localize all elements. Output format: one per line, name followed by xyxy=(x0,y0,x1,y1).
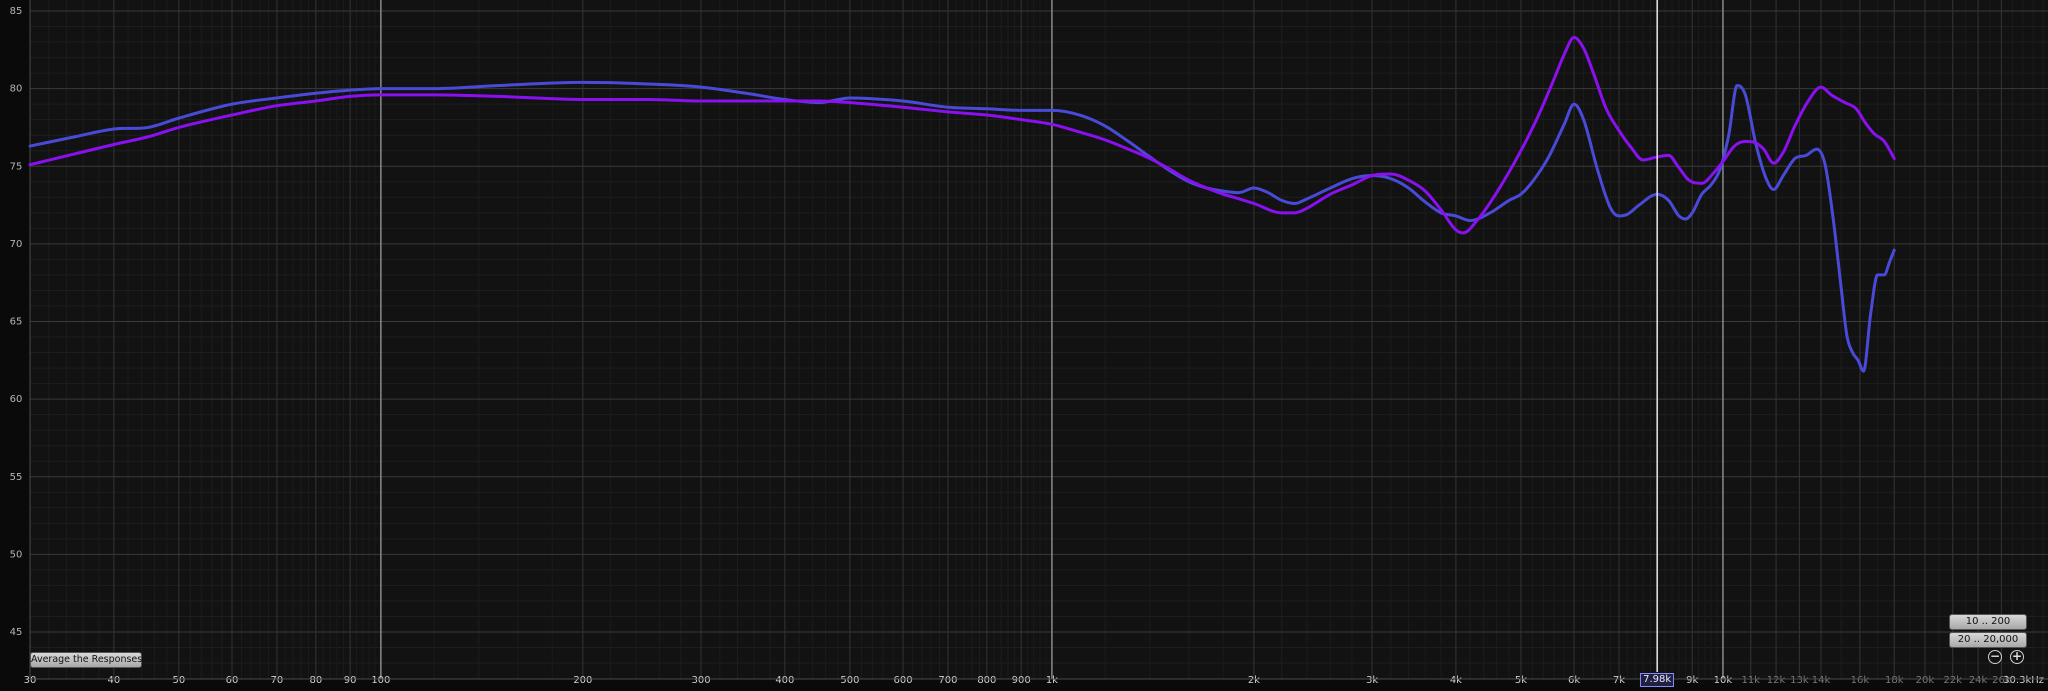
x-tick-label: 400 xyxy=(775,675,794,686)
x-tick-label: 600 xyxy=(893,675,912,686)
x-tick-label: 12k xyxy=(1767,675,1786,686)
x-tick-label: 100 xyxy=(371,675,390,686)
x-tick-label: 13k xyxy=(1790,675,1809,686)
y-tick-label: 80 xyxy=(10,84,23,95)
y-axis: 85 80 75 70 65 60 55 50 45 xyxy=(10,0,31,679)
x-tick-label: 30.3kHz xyxy=(2003,675,2044,686)
x-tick-label: 500 xyxy=(840,675,859,686)
x-tick-label: 11k xyxy=(1741,675,1760,686)
x-tick-label: 2k xyxy=(1248,675,1260,686)
y-tick-label: 65 xyxy=(10,317,23,328)
x-tick-label: 24k xyxy=(1969,675,1988,686)
x-tick-label: 4k xyxy=(1450,675,1462,686)
x-tick-label: 300 xyxy=(691,675,710,686)
x-tick-label: 40 xyxy=(107,675,120,686)
rew-graph-window: 85 80 75 70 65 60 55 50 45 30 40 50 60 70 80 90 100 200 3… xyxy=(0,0,2048,691)
x-tick-label: 10k xyxy=(1714,675,1733,686)
zoom-in-icon[interactable]: + xyxy=(2010,650,2024,664)
x-tick-label: 700 xyxy=(938,675,957,686)
x-tick-label: 5k xyxy=(1515,675,1527,686)
x-tick-label: 800 xyxy=(977,675,996,686)
x-tick-label: 7k xyxy=(1613,675,1625,686)
plot-background xyxy=(30,0,2048,679)
x-tick-label: 30 xyxy=(24,675,37,686)
y-tick-label: 75 xyxy=(10,161,23,172)
x-tick-label: 16k xyxy=(1851,675,1870,686)
x-tick-label: 50 xyxy=(173,675,186,686)
x-tick-label: 20k xyxy=(1916,675,1935,686)
y-tick-label: 50 xyxy=(10,549,23,560)
x-tick-label: 200 xyxy=(573,675,592,686)
x-tick-label: 9k xyxy=(1686,675,1698,686)
zoom-out-icon[interactable]: − xyxy=(1988,650,2002,664)
x-tick-label: 6k xyxy=(1568,675,1580,686)
y-tick-label: 60 xyxy=(10,394,23,405)
x-tick-label: 14k xyxy=(1812,675,1831,686)
frequency-response-chart[interactable]: 85 80 75 70 65 60 55 50 45 30 40 50 60 70 80 90 100 200 3… xyxy=(0,0,2048,691)
x-tick-label: 18k xyxy=(1885,675,1904,686)
x-tick-label: 1k xyxy=(1046,675,1058,686)
x-tick-label: 80 xyxy=(309,675,322,686)
x-tick-label: 3k xyxy=(1366,675,1378,686)
y-tick-label: 45 xyxy=(10,627,23,638)
range-20-20000-button[interactable]: 20 .. 20,000 xyxy=(1949,632,2027,648)
y-tick-label: 55 xyxy=(10,472,23,483)
average-responses-button[interactable]: Average the Responses xyxy=(30,652,142,668)
cursor-frequency-readout: 7.98k xyxy=(1640,673,1675,687)
y-tick-label: 70 xyxy=(10,239,23,250)
x-tick-label: 70 xyxy=(271,675,284,686)
x-tick-label: 900 xyxy=(1012,675,1031,686)
x-tick-label: 22k xyxy=(1943,675,1962,686)
x-tick-label: 90 xyxy=(344,675,357,686)
x-tick-label: 60 xyxy=(226,675,239,686)
y-tick-label: 85 xyxy=(10,6,23,17)
range-10-200-button[interactable]: 10 .. 200 xyxy=(1949,614,2027,630)
